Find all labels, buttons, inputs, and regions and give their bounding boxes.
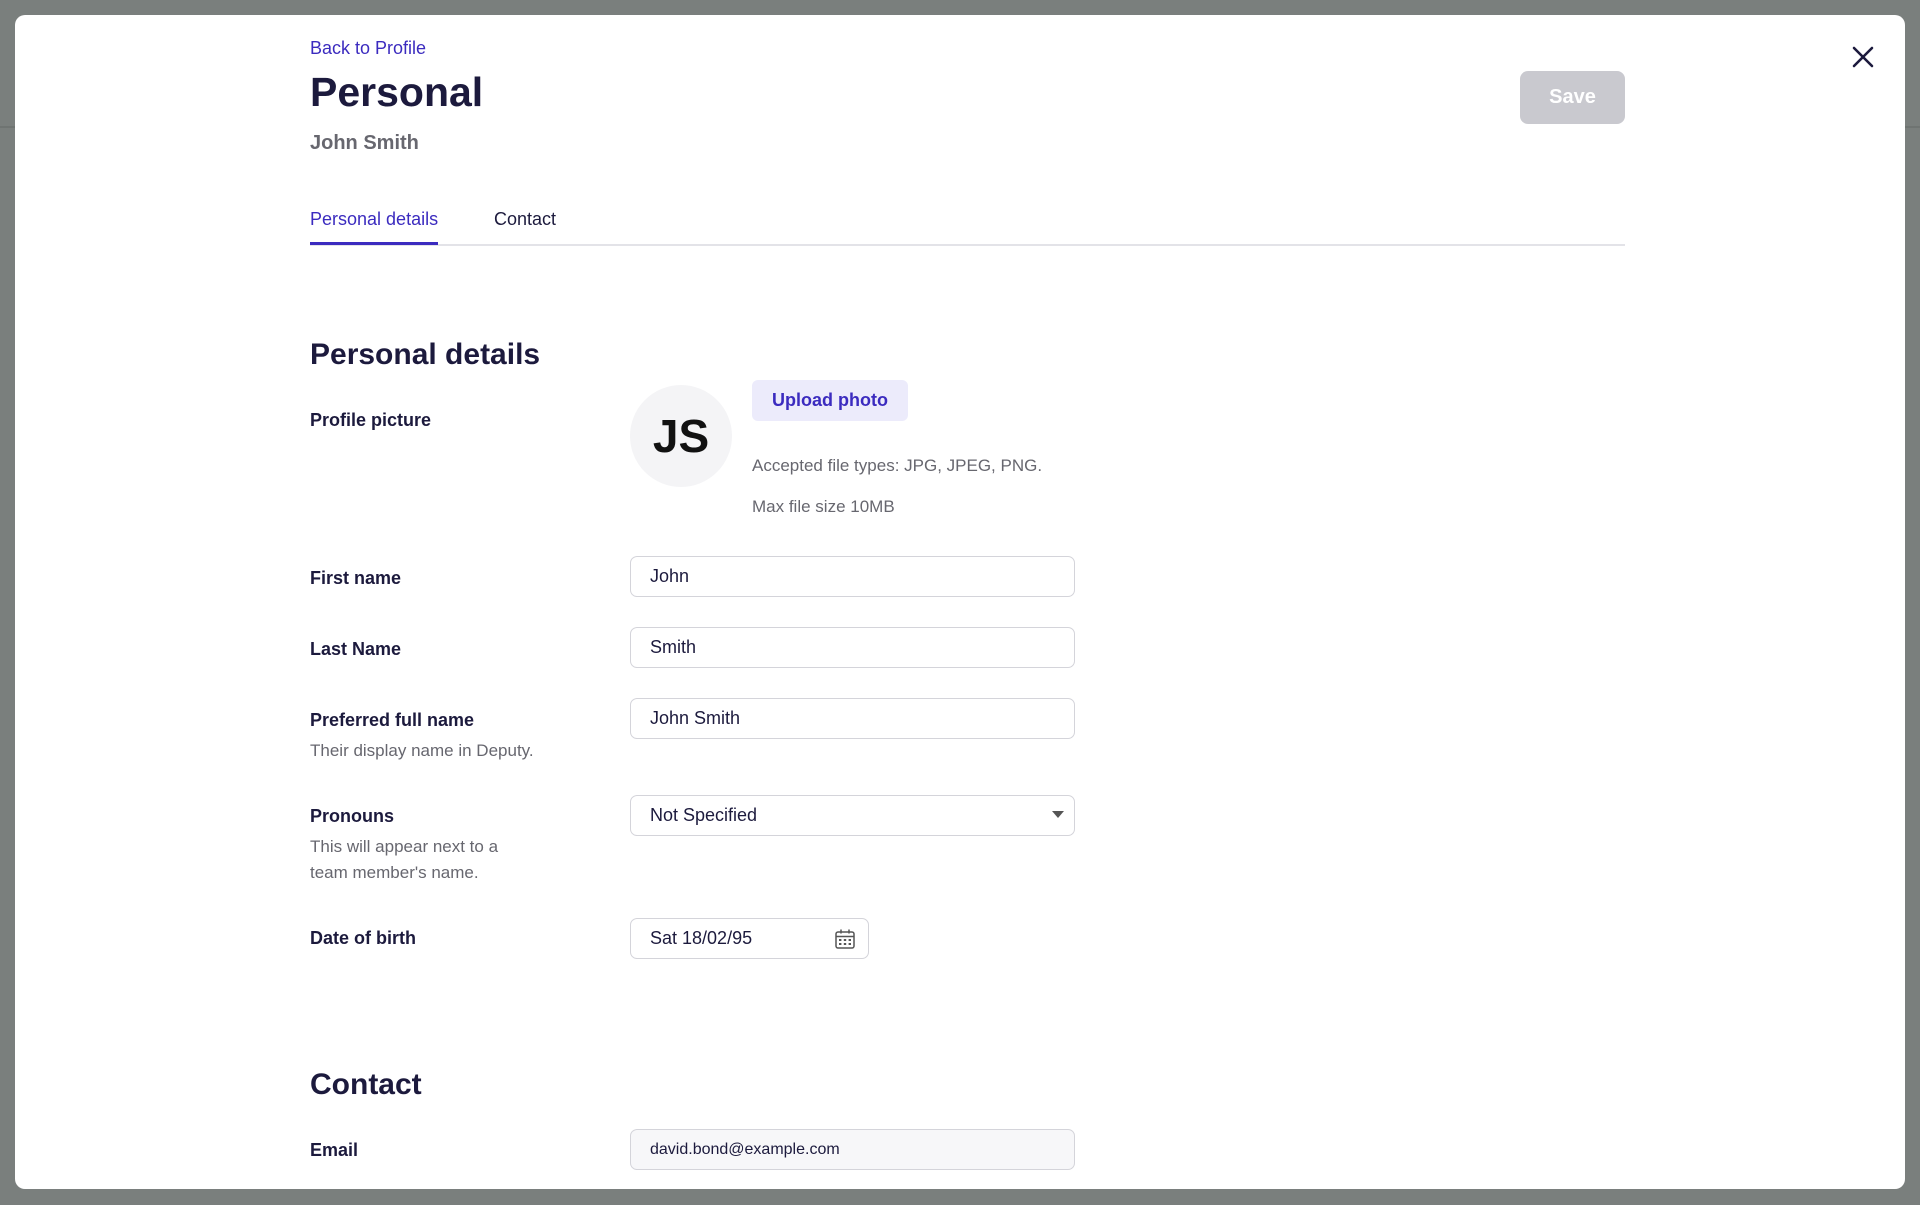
save-button[interactable]: Save — [1520, 71, 1625, 124]
preferred-name-input[interactable]: John Smith — [630, 698, 1075, 739]
email-field[interactable]: david.bond@example.com — [630, 1129, 1075, 1170]
avatar-initials: JS — [652, 410, 710, 462]
first-name-label: First name — [310, 568, 402, 588]
page-subtitle: John Smith — [310, 132, 419, 154]
page-title: Personal — [310, 69, 484, 115]
date-of-birth-label: Date of birth — [310, 928, 416, 948]
preferred-name-label: Preferred full name — [310, 710, 475, 730]
last-name-label: Last Name — [310, 639, 402, 659]
tab-contact[interactable]: Contact — [494, 209, 556, 242]
first-name-value: John — [650, 566, 690, 586]
accepted-file-types-hint: Accepted file types: JPG, JPEG, PNG. — [752, 456, 1043, 475]
section-title-personal-details: Personal details — [310, 338, 541, 371]
preferred-name-value: John Smith — [650, 708, 741, 728]
back-to-profile-link[interactable]: Back to Profile — [310, 38, 426, 59]
pronouns-value: Not Specified — [650, 805, 758, 825]
upload-photo-button[interactable]: Upload photo — [752, 380, 908, 421]
max-file-size-hint: Max file size 10MB — [752, 497, 895, 516]
personal-modal: Back to Profile Personal John Smith Save… — [15, 15, 1905, 1189]
date-of-birth-input[interactable]: Sat 18/02/95 — [630, 918, 869, 959]
pronouns-label: Pronouns — [310, 806, 394, 826]
date-of-birth-value: Sat 18/02/95 — [650, 928, 753, 948]
email-label: Email — [310, 1140, 359, 1160]
preferred-name-help: Their display name in Deputy. — [310, 741, 534, 760]
email-value: david.bond@example.com — [650, 1140, 840, 1158]
last-name-input[interactable]: Smith — [630, 627, 1075, 668]
backdrop-divider — [0, 126, 15, 128]
close-icon — [1852, 46, 1874, 68]
profile-picture-label: Profile picture — [310, 410, 432, 430]
chevron-down-icon — [1052, 811, 1064, 818]
last-name-value: Smith — [650, 637, 697, 657]
tab-bar: Personal details Contact — [310, 195, 1625, 246]
first-name-input[interactable]: John — [630, 556, 1075, 597]
backdrop-divider — [1905, 126, 1920, 128]
pronouns-help: This will appear next to a team member's… — [310, 837, 499, 882]
section-title-contact: Contact — [310, 1068, 422, 1101]
avatar: JS — [630, 385, 732, 487]
tab-personal-details[interactable]: Personal details — [310, 209, 439, 245]
pronouns-select[interactable]: Not Specified — [630, 795, 1075, 836]
calendar-icon[interactable] — [834, 928, 856, 950]
close-button[interactable] — [1843, 37, 1883, 77]
